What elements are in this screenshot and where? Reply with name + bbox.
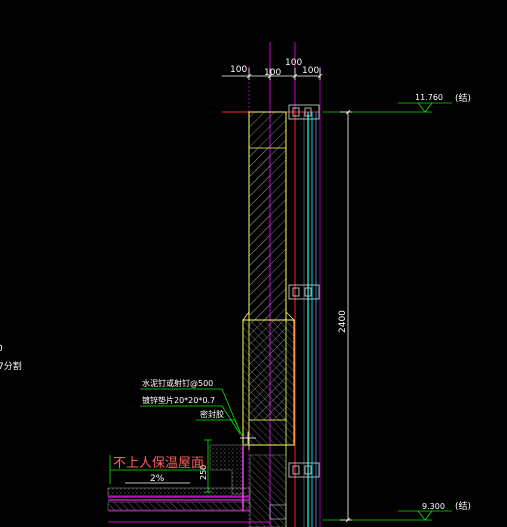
glass-panel <box>303 112 317 527</box>
bottom-elevation-value: 9.300 <box>422 502 445 511</box>
top-elevation-value: 11.760 <box>415 93 443 102</box>
roof-slope: 2% <box>150 474 165 484</box>
vertical-dimension-label: 2400 <box>338 310 348 333</box>
dimension-label-1: 100 <box>230 65 247 75</box>
dimension-label-3: 100 <box>285 58 302 68</box>
annotation-line-2: 镀锌垫片20*20*0.7 <box>142 395 215 405</box>
bottom-elevation-mark <box>322 510 452 521</box>
parapet-wall <box>248 111 287 321</box>
cad-drawing-canvas: 100 100 100 100 11.760 (结) 9.300 (结) 240… <box>0 42 471 527</box>
left-edge-fragment-2: 7分割 <box>0 360 22 372</box>
roof-title: 不上人保温屋面 <box>113 456 204 471</box>
annotation-line-3: 密封胶 <box>200 409 224 419</box>
dimension-label-4: 100 <box>302 66 319 76</box>
left-edge-fragment-1: 0 <box>0 344 3 354</box>
annotation-line-1: 水泥钉或射钉@500 <box>142 378 213 388</box>
top-elevation-mark <box>322 102 452 113</box>
top-elevation-note: (结) <box>455 92 471 104</box>
bottom-elevation-note: (结) <box>455 500 471 512</box>
upstand <box>204 439 244 495</box>
dimension-label-2: 100 <box>264 68 281 78</box>
